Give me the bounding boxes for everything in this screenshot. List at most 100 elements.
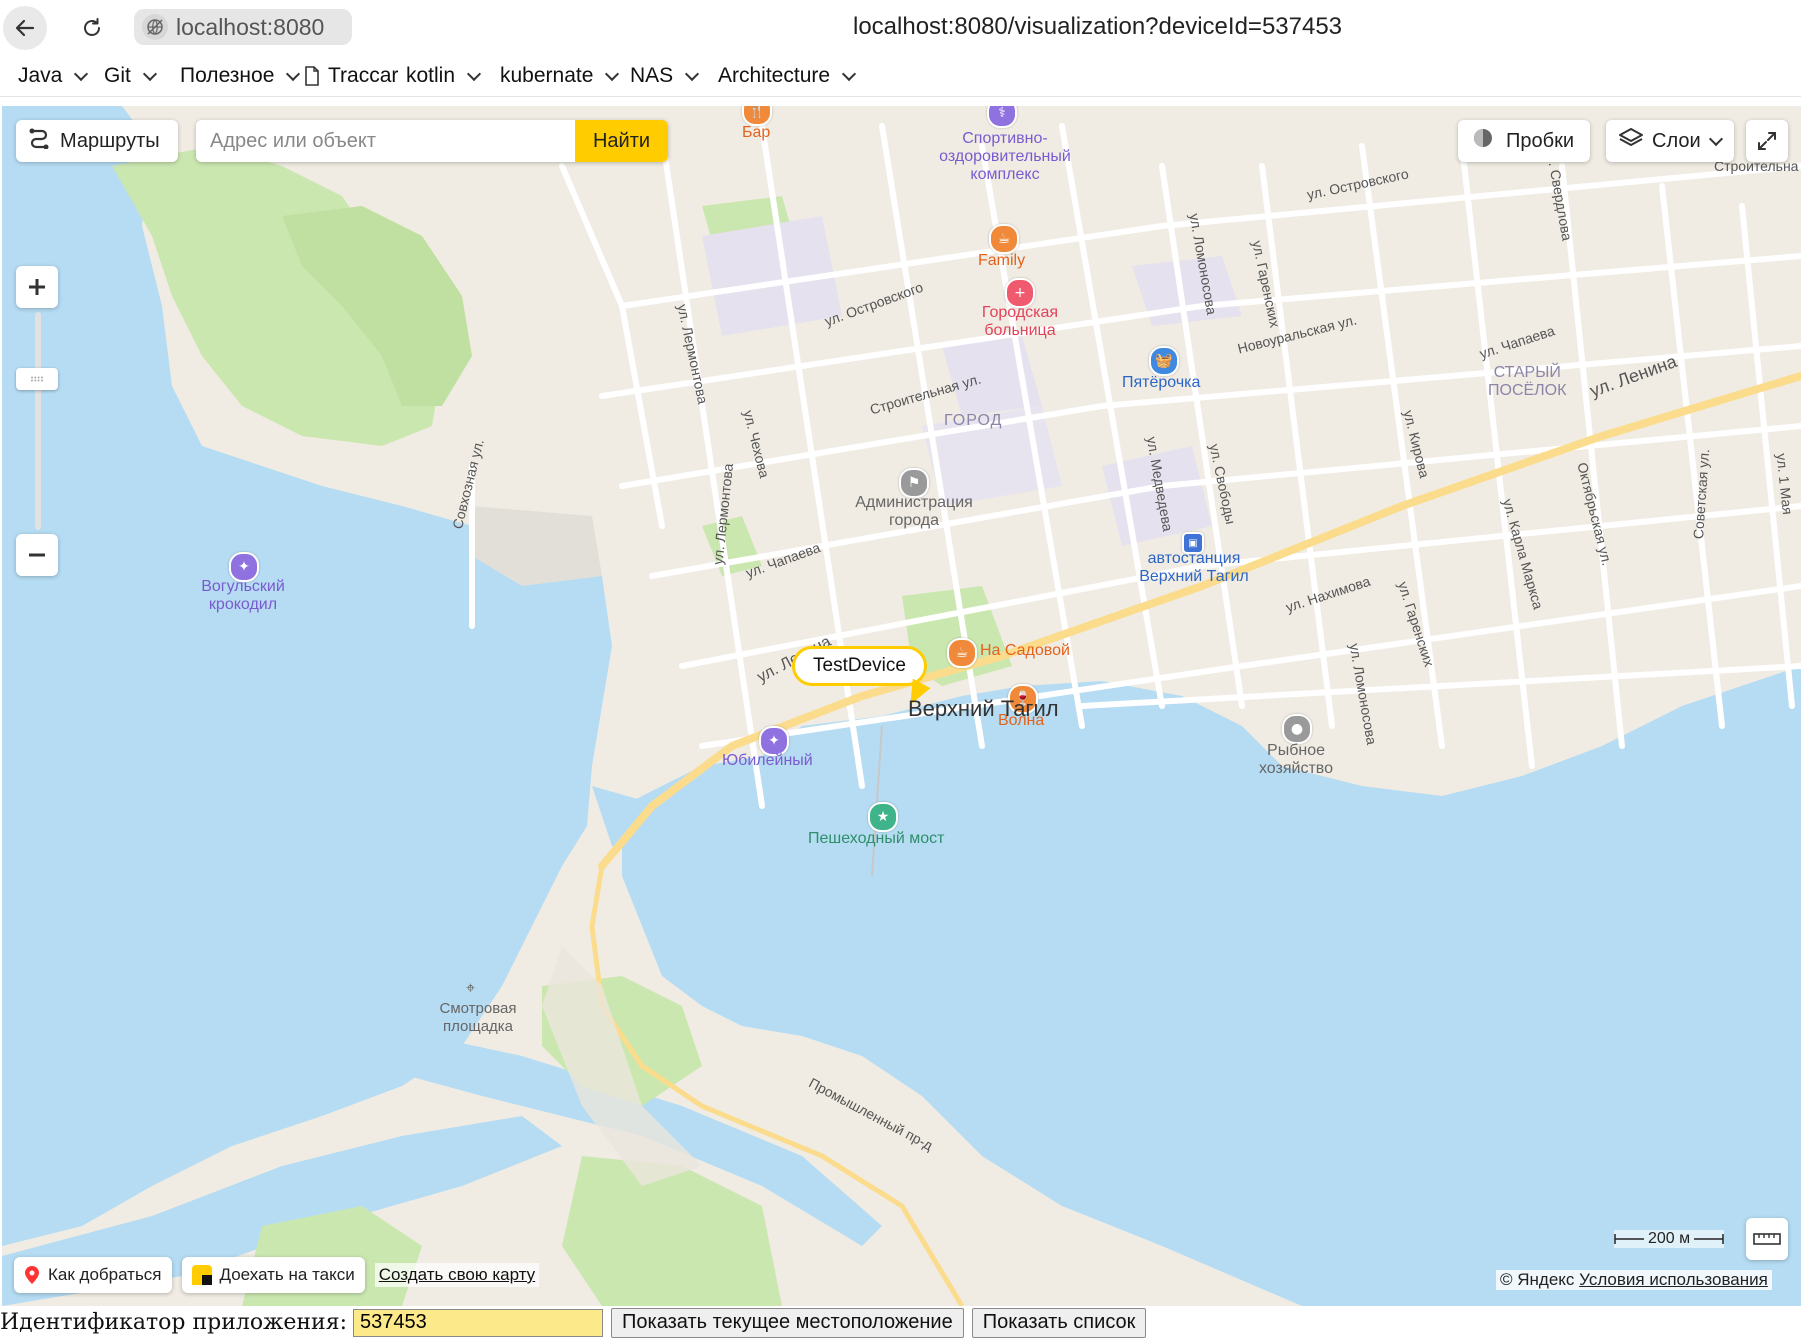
ruler-button[interactable] — [1746, 1218, 1788, 1260]
bookmark-label: Полезное — [180, 64, 275, 87]
insecure-globe-icon — [142, 14, 168, 40]
map-bottom-controls: Как добраться Доехать на такси Создать с… — [14, 1257, 540, 1293]
chevron-down-icon — [74, 66, 89, 82]
bookmark-label: kotlin — [406, 64, 456, 87]
app-id-label: Идентификатор приложения: — [0, 1310, 347, 1335]
traffic-button[interactable]: Пробки — [1458, 120, 1590, 162]
location-pin-icon — [25, 1266, 39, 1284]
directions-button[interactable]: Как добраться — [14, 1257, 172, 1293]
back-button[interactable] — [3, 6, 47, 50]
device-form: Идентификатор приложения: Показать текущ… — [0, 1306, 1801, 1339]
binoculars-icon: ⌖ — [466, 980, 476, 997]
origin-chip[interactable]: localhost:8080 — [134, 9, 352, 45]
bookmarks-bar: Java Git Полезное Traccar kotlin kuberna… — [0, 58, 1801, 97]
poi-label[interactable]: Городская больница — [968, 304, 1072, 340]
search-input[interactable] — [196, 120, 575, 162]
bookmark-folder-nas[interactable]: NAS — [630, 64, 700, 88]
poi-label[interactable]: Администрация города — [838, 494, 990, 530]
city-label: Верхний Тагил — [908, 696, 1059, 721]
landmark-icon[interactable]: ● — [1282, 714, 1312, 744]
page-icon — [305, 66, 319, 86]
zoom-in-button[interactable] — [16, 266, 58, 308]
shop-basket-icon[interactable]: 🧺 — [1149, 346, 1179, 376]
bookmark-folder-poleznoe[interactable]: Полезное — [180, 64, 301, 88]
sport-icon[interactable]: ⚕ — [987, 106, 1017, 128]
zoom-slider-track[interactable] — [35, 312, 41, 530]
poi-label[interactable]: Пятёрочка — [1122, 374, 1200, 392]
poi-label[interactable]: Рыбное хозяйство — [1244, 742, 1348, 778]
poi-label[interactable]: Бар — [742, 124, 770, 142]
terms-link[interactable]: Условия использования — [1579, 1270, 1768, 1289]
bookmark-folder-architecture[interactable]: Architecture — [718, 64, 857, 88]
scale-bar-right — [1694, 1234, 1724, 1244]
routes-button[interactable]: Маршруты — [16, 120, 178, 162]
search-button[interactable]: Найти — [575, 120, 668, 162]
minus-icon — [29, 553, 45, 557]
copyright-text: © Яндекс — [1500, 1270, 1575, 1289]
fullscreen-button[interactable] — [1746, 120, 1788, 162]
traffic-label: Пробки — [1506, 129, 1574, 152]
create-map-link[interactable]: Создать свою карту — [374, 1263, 540, 1287]
district-label: СТАРЫЙ ПОСЁЛОК — [1488, 364, 1567, 399]
chevron-down-icon — [685, 66, 700, 82]
grip-icon — [31, 376, 43, 382]
bookmark-label: Java — [18, 64, 63, 87]
poi-label[interactable]: Юбилейный — [722, 752, 813, 770]
layers-button[interactable]: Слои — [1606, 120, 1734, 162]
traffic-light-icon — [1472, 127, 1494, 155]
origin-text: localhost:8080 — [176, 13, 325, 40]
taxi-button[interactable]: Доехать на такси — [181, 1257, 365, 1293]
bookmark-traccar[interactable]: Traccar — [304, 64, 398, 88]
district-label: ГОРОД — [944, 412, 1003, 429]
poi-label[interactable]: Family — [978, 252, 1025, 270]
arrow-left-icon — [15, 19, 35, 37]
reload-icon — [84, 18, 100, 36]
show-list-button[interactable]: Показать список — [971, 1307, 1147, 1338]
bookmark-folder-kubernate[interactable]: kubernate — [500, 64, 620, 88]
cafe-icon[interactable]: ☕ — [947, 638, 977, 668]
scale-label: 200 м — [1648, 1230, 1691, 1247]
bookmark-folder-git[interactable]: Git — [104, 64, 157, 88]
bookmark-folder-java[interactable]: Java — [18, 64, 89, 88]
app-id-input[interactable] — [353, 1308, 603, 1337]
chevron-down-icon — [841, 66, 857, 82]
device-placemark[interactable]: TestDevice — [792, 646, 927, 686]
poi-label[interactable]: Пешеходный мост — [808, 830, 944, 848]
taxi-icon — [191, 1265, 212, 1285]
bookmark-label: Git — [104, 64, 131, 87]
zoom-slider-handle[interactable] — [16, 368, 58, 390]
bookmark-label: Traccar — [328, 64, 399, 87]
ruler-icon — [1753, 1233, 1781, 1245]
bookmark-label: NAS — [630, 64, 674, 87]
poi-label[interactable]: Смотровая площадка — [426, 1000, 530, 1036]
poi-label[interactable]: автостанция Верхний Тагил — [1124, 550, 1264, 586]
expand-icon — [1758, 132, 1776, 150]
yandex-map[interactable]: ул. Островского ул. Островского Строител… — [2, 106, 1801, 1306]
poi-label[interactable]: Спортивно- оздоровительный комплекс — [930, 130, 1080, 184]
chevron-down-icon — [1708, 131, 1723, 147]
zoom-out-button[interactable] — [16, 534, 58, 576]
map-search: Найти — [196, 120, 668, 162]
star-landmark-icon[interactable]: ★ — [868, 802, 898, 832]
bookmark-label: Architecture — [718, 64, 831, 87]
poi-label[interactable]: На Садовой — [980, 642, 1070, 660]
chevron-down-icon — [142, 66, 157, 82]
url-text[interactable]: localhost:8080/visualization?deviceId=53… — [853, 13, 1342, 41]
copyright: © Яндекс Условия использования — [1496, 1270, 1772, 1290]
bookmark-folder-kotlin[interactable]: kotlin — [406, 64, 482, 88]
poi-label[interactable]: Вогульский крокодил — [188, 578, 298, 614]
routes-label: Маршруты — [60, 129, 160, 152]
route-icon — [28, 127, 50, 155]
layers-icon — [1618, 126, 1644, 156]
chevron-down-icon — [286, 66, 301, 82]
chevron-down-icon — [605, 66, 620, 82]
scale-bar-left — [1614, 1234, 1644, 1244]
browser-toolbar: localhost:8080 localhost:8080/visualizat… — [0, 0, 1801, 56]
bookmark-label: kubernate — [500, 64, 594, 87]
chevron-down-icon — [466, 66, 482, 82]
reload-button[interactable] — [70, 6, 114, 50]
show-location-button[interactable]: Показать текущее местоположение — [611, 1307, 964, 1338]
cafe-icon[interactable]: ☕ — [989, 224, 1019, 254]
directions-label: Как добраться — [48, 1265, 162, 1284]
layers-label: Слои — [1652, 129, 1701, 152]
